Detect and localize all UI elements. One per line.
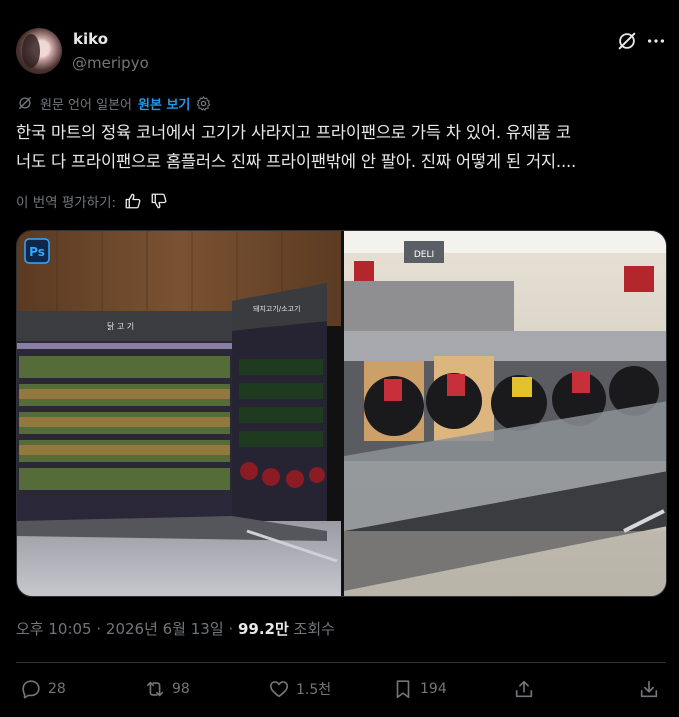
heart-icon bbox=[269, 681, 289, 698]
user-handle[interactable]: @meripyo bbox=[72, 54, 149, 72]
rate-translation: 이 번역 평가하기: bbox=[16, 191, 168, 211]
photoshop-badge-label: Ps bbox=[29, 245, 45, 259]
translation-notice: 원문 언어 일본어 원본 보기 bbox=[16, 93, 212, 113]
like-button[interactable]: 1.5천 bbox=[268, 674, 331, 704]
tweet-header: kiko @meripyo bbox=[16, 26, 666, 78]
repost-icon bbox=[146, 681, 164, 697]
reply-button[interactable]: 28 bbox=[20, 674, 66, 704]
share-button[interactable] bbox=[513, 674, 541, 704]
reply-count: 28 bbox=[48, 681, 66, 697]
views-label: 조회수 bbox=[288, 620, 335, 638]
thumbs-down-icon[interactable] bbox=[150, 192, 168, 210]
repost-count: 98 bbox=[172, 681, 190, 697]
gear-icon[interactable] bbox=[195, 95, 212, 112]
grok-icon[interactable] bbox=[616, 30, 638, 52]
avatar[interactable] bbox=[16, 28, 62, 74]
user-display-name[interactable]: kiko bbox=[73, 30, 108, 48]
download-icon bbox=[640, 680, 658, 698]
repost-button[interactable]: 98 bbox=[144, 674, 190, 704]
bookmark-button[interactable]: 194 bbox=[392, 674, 447, 704]
tweet-media[interactable]: Ps 닭 고 기 돼지고기/소고기 DELI bbox=[16, 230, 667, 597]
tweet-text: 한국 마트의 정육 코너에서 고기가 사라지고 프라이팬으로 가득 차 있어. … bbox=[16, 123, 577, 171]
rate-translation-label: 이 번역 평가하기: bbox=[16, 195, 117, 211]
show-original-link[interactable]: 원본 보기 bbox=[138, 94, 190, 113]
views-count: 99.2만 bbox=[237, 620, 289, 638]
sign-deli-label: DELI bbox=[414, 250, 434, 260]
bookmark-icon bbox=[396, 680, 410, 699]
download-button[interactable] bbox=[638, 674, 666, 704]
photo-meat-section[interactable]: Ps 닭 고 기 돼지고기/소고기 bbox=[17, 231, 341, 597]
sign-pork-label: 돼지고기/소고기 bbox=[253, 304, 300, 313]
bookmark-count: 194 bbox=[420, 681, 447, 697]
photo-deli-freezer[interactable]: DELI bbox=[344, 231, 667, 597]
sign-meat-label: 닭 고 기 bbox=[107, 321, 134, 331]
share-icon bbox=[515, 680, 533, 698]
more-options-icon[interactable] bbox=[645, 30, 667, 52]
reply-icon bbox=[22, 680, 40, 699]
action-bar: 28 98 1.5천 194 bbox=[16, 674, 666, 704]
translate-icon bbox=[19, 97, 31, 109]
tweet-timestamp[interactable]: 오후 10:05 · 2026년 6월 13일 · bbox=[16, 620, 238, 638]
divider bbox=[16, 662, 666, 663]
translation-label: 원문 언어 일본어 bbox=[40, 97, 132, 113]
thumbs-up-icon[interactable] bbox=[124, 192, 142, 210]
tweet-meta: 오후 10:05 · 2026년 6월 13일 · 99.2만 조회수 bbox=[16, 618, 335, 639]
like-count: 1.5천 bbox=[296, 682, 332, 698]
